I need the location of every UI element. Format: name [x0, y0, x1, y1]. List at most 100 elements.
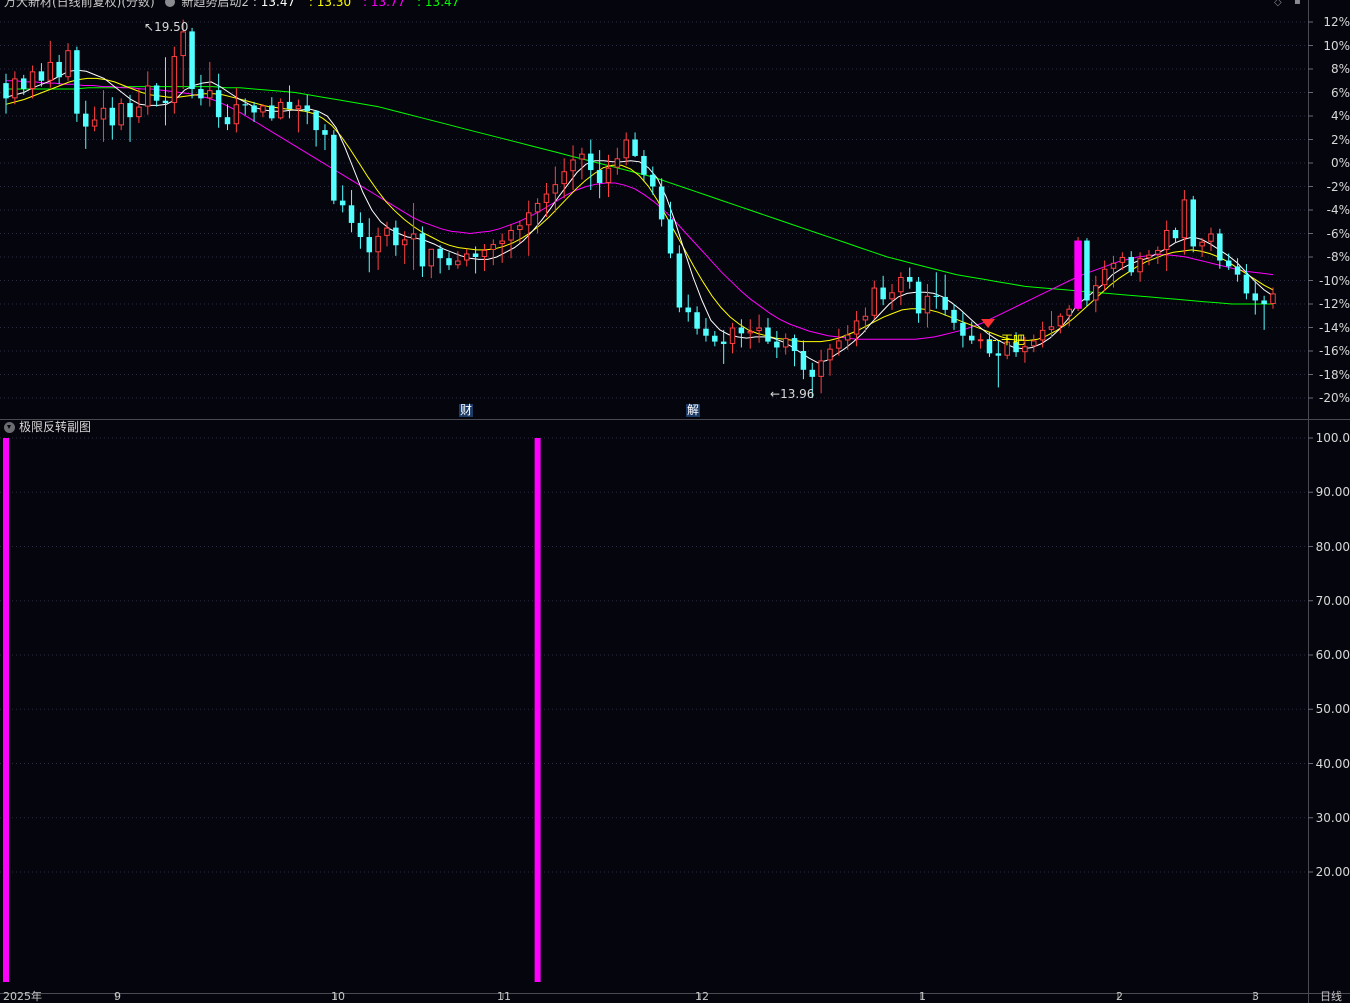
chart-window: 万大新材(日线前复权)(分数) 新趋势启动2 : 13.47 : 13.30 :…: [0, 0, 1350, 1003]
price-tick-label: -18%: [1318, 367, 1350, 382]
candle-body: [224, 117, 231, 125]
candle: [703, 318, 709, 342]
candle-body: [605, 167, 612, 183]
candle-body: [774, 341, 780, 348]
subchart-title[interactable]: 极限反转副图: [4, 420, 91, 434]
candle-body: [720, 341, 727, 344]
candle-body: [269, 105, 275, 119]
candle-body: [827, 348, 833, 361]
candle-body: [898, 276, 904, 293]
chevron-down-icon[interactable]: [4, 422, 15, 433]
candle: [366, 218, 373, 273]
x-label-mar: 3: [1252, 990, 1259, 1003]
candle-body: [1261, 300, 1267, 304]
x-label-jan: 1: [919, 990, 926, 1003]
marker-jie[interactable]: 解: [686, 404, 701, 417]
candle: [3, 73, 9, 114]
candle-body: [1234, 266, 1241, 275]
candle-body: [313, 111, 319, 131]
candle-body: [889, 292, 895, 300]
candle-body: [189, 31, 195, 89]
candle: [269, 97, 275, 121]
candle-body: [1172, 229, 1179, 239]
candle: [322, 124, 328, 151]
candle: [720, 329, 727, 364]
candle: [1093, 275, 1099, 313]
sub-tick-label: 70.00: [1315, 593, 1350, 608]
candle-body: [74, 50, 80, 114]
candle: [304, 94, 310, 125]
candle-body: [818, 360, 824, 377]
x-label-feb: 2: [1116, 990, 1123, 1003]
candle-body: [277, 101, 284, 119]
candle: [419, 226, 426, 277]
candle: [286, 85, 293, 119]
candle-body: [552, 184, 559, 194]
candle-body: [304, 105, 310, 112]
candle-body: [12, 78, 18, 99]
candle-body: [1208, 233, 1214, 242]
candle-body: [712, 335, 718, 342]
candle-body: [286, 101, 293, 109]
candle-body: [455, 260, 461, 266]
candle-body: [685, 307, 691, 313]
candle-body: [623, 139, 629, 159]
candle-body: [481, 249, 488, 257]
candle: [189, 27, 195, 99]
candle: [508, 224, 514, 259]
candle: [765, 318, 771, 344]
candle: [1146, 249, 1152, 266]
candle-body: [543, 193, 550, 203]
candle: [1163, 220, 1170, 272]
price-tick-label: 8%: [1330, 62, 1350, 76]
candle: [410, 202, 417, 270]
candle: [898, 272, 904, 306]
candle: [437, 245, 443, 274]
candle-body: [791, 338, 798, 351]
candle-body: [614, 158, 621, 168]
candle-body: [29, 71, 36, 89]
candle-body: [437, 248, 443, 259]
candle: [632, 132, 638, 158]
candle: [1217, 228, 1223, 269]
candle: [1181, 190, 1188, 255]
candle-body: [534, 202, 541, 213]
candle: [960, 312, 966, 348]
candle-body: [82, 113, 89, 127]
period-button[interactable]: 日线: [1320, 991, 1342, 1003]
candle-body: [906, 276, 913, 282]
candle: [889, 284, 895, 310]
marker-cai[interactable]: 财: [459, 404, 474, 417]
candle: [1208, 227, 1214, 252]
candle: [348, 190, 355, 233]
candle-body: [1119, 257, 1126, 263]
candle-body: [260, 105, 266, 113]
candle-body: [100, 107, 107, 120]
candle-body: [561, 171, 567, 185]
candle-body: [348, 205, 355, 223]
candle: [127, 94, 133, 142]
chart-canvas[interactable]: [0, 0, 1350, 1003]
candle-body: [1066, 308, 1072, 316]
candle: [977, 333, 984, 349]
candle: [393, 220, 399, 256]
price-tick-label: -8%: [1326, 250, 1350, 264]
candle-body: [1199, 241, 1205, 247]
candle-body: [198, 88, 204, 99]
candle-body: [853, 320, 860, 335]
price-tick-label: -12%: [1318, 297, 1350, 311]
sub-tick-label: 60.00: [1315, 648, 1350, 662]
price-tick-label: 6%: [1330, 85, 1350, 100]
candle: [588, 139, 594, 191]
candle-body: [1093, 285, 1099, 301]
high-price-label: ↖19.50: [144, 20, 188, 34]
candle: [1190, 195, 1197, 253]
candle: [313, 110, 319, 147]
candle: [1243, 264, 1250, 300]
candle: [1252, 280, 1259, 315]
candle: [694, 306, 700, 335]
candle: [145, 71, 151, 115]
candle: [499, 233, 505, 263]
high-arrow-icon: ↖: [144, 20, 155, 34]
price-tick-label: 2%: [1330, 132, 1350, 147]
